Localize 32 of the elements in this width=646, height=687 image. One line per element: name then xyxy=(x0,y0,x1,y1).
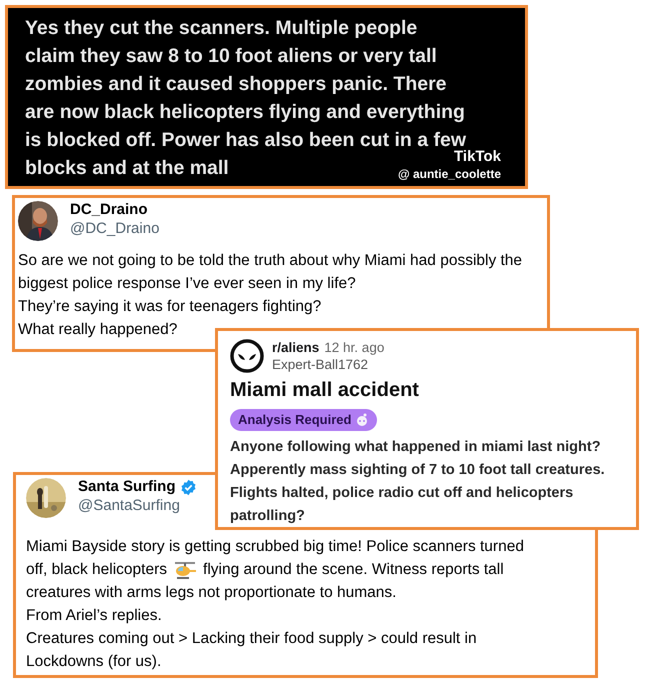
caption-line: claim they saw 8 to 10 foot aliens or very tall xyxy=(25,44,437,69)
tweet-text: What really happened? xyxy=(18,320,178,340)
post-time: 12 hr. ago xyxy=(324,339,384,356)
tweet-text: Creatures coming out > Lacking their food supply > could result in xyxy=(26,629,478,649)
brand-label: TikTok xyxy=(454,148,501,166)
verified-badge-icon xyxy=(180,478,197,496)
post-body: Anyone following what happened in miami last night? Apperently mass sighting of 7 to 10 foot tall creatures. Flights halted, police radio cut off and helicopters patrolling? xyxy=(230,438,606,526)
tweet-text: So are we not going to be told the truth about why Miami had possibly the biggest police response I’ve ever seen in my life? xyxy=(18,251,523,294)
tweet-text: flying around the scene. Witness reports tall xyxy=(203,560,504,580)
tweet-text: Lockdowns (for us). xyxy=(26,652,162,672)
helicopter-icon xyxy=(173,560,198,580)
caption-line: Yes they cut the scanners. Multiple people xyxy=(25,16,418,41)
tweet-text: From Ariel’s replies. xyxy=(26,606,163,626)
tweet-text: creatures with arms legs not proportionate to humans. xyxy=(26,583,398,603)
post-title: Miami mall accident xyxy=(230,378,420,403)
tweet-text: They’re saying it was for teenagers fighting? xyxy=(18,297,322,317)
author-handle: @ auntie_coolette xyxy=(398,166,501,182)
caption-line: are now black helicopters flying and everything xyxy=(25,100,465,125)
caption-line: blocks and at the mall xyxy=(25,156,229,181)
post-author: Expert-Ball1762 xyxy=(272,356,370,373)
tweet-text: Miami Bayside story is getting scrubbed big time! Police scanners turned xyxy=(26,537,525,557)
alien-icon xyxy=(230,339,264,373)
author-name: DC_Draino xyxy=(70,201,148,220)
tweet-text: off, black helicopters xyxy=(26,560,168,580)
author-handle: @DC_Draino xyxy=(70,220,160,238)
robot-icon xyxy=(355,412,370,427)
author-handle: @SantaSurfing xyxy=(78,496,181,516)
subreddit-link[interactable]: r/aliens xyxy=(272,339,320,356)
author-name: Santa Surfing xyxy=(78,478,176,497)
flair-tag: Analysis Required xyxy=(230,409,378,430)
caption-line: zombies and it caused shoppers panic. There xyxy=(25,72,447,97)
caption-line: is blocked off. Power has also been cut in a few xyxy=(25,128,466,151)
